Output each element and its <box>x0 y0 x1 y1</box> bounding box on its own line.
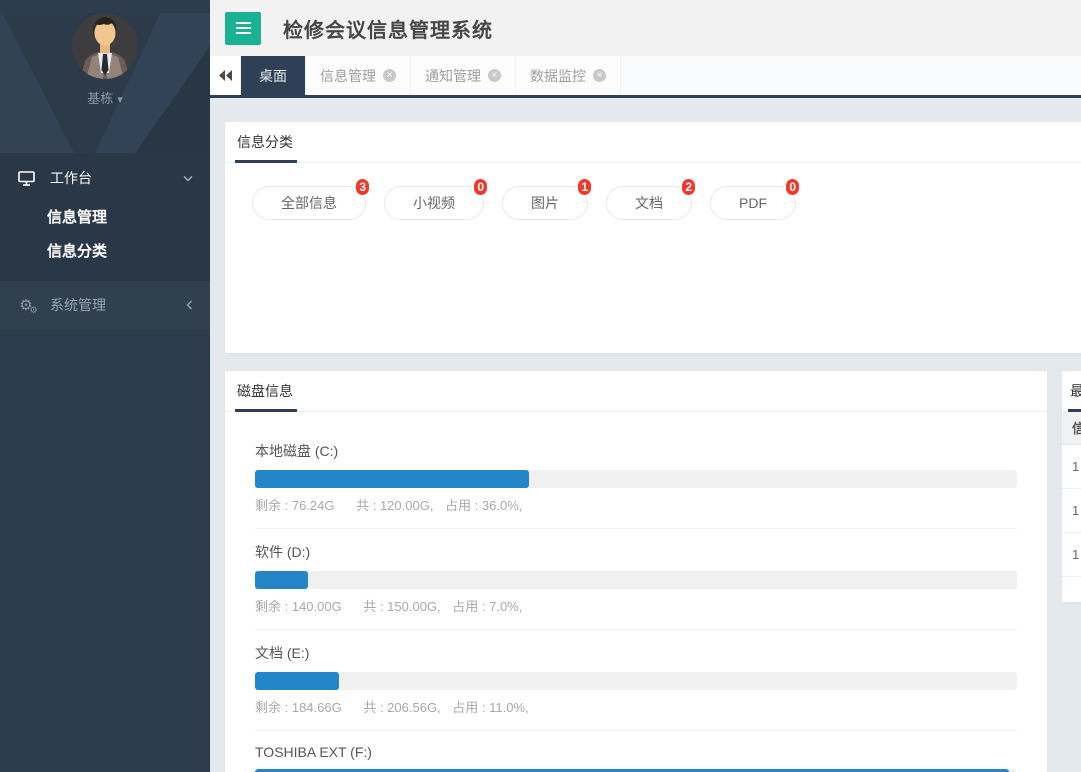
tab-notice-management[interactable]: 通知管理 × <box>411 56 516 95</box>
tab-label: 数据监控 <box>530 66 586 86</box>
user-block: 基栋 ▾ <box>0 13 210 153</box>
disk-used: 占用 : 11.0%, <box>452 700 528 715</box>
tab-label: 桌面 <box>259 66 287 86</box>
sidebar: 基栋 ▾ 工作台 信息管理 信息分类 <box>0 0 210 772</box>
panel-title: 最 <box>1070 371 1081 412</box>
pill-pdf[interactable]: PDF 0 <box>710 186 796 220</box>
panel-header: 磁盘信息 <box>225 371 1047 412</box>
panel-body: 全部信息 3 小视频 0 图片 1 文档 2 <box>225 163 1081 243</box>
sidebar-item-system-management[interactable]: ⚙⚙ 系统管理 <box>0 281 210 329</box>
count-badge: 1 <box>577 178 592 196</box>
latest-info-panel: 最 信 1 1 1 <box>1062 371 1081 602</box>
tab-label: 信息管理 <box>320 66 376 86</box>
username: 基栋 <box>87 91 113 106</box>
table-header: 信 <box>1062 412 1081 445</box>
panel-title: 磁盘信息 <box>237 371 293 412</box>
header: 检修会议信息管理系统 <box>210 0 1081 56</box>
tab-info-management[interactable]: 信息管理 × <box>306 56 411 95</box>
pill-image[interactable]: 图片 1 <box>502 186 588 220</box>
disk-info-panel: 磁盘信息 本地磁盘 (C:) 剩余 : 76.24G 共 : 120.00G, … <box>225 371 1047 772</box>
app-title: 检修会议信息管理系统 <box>283 14 493 43</box>
count-badge: 2 <box>681 178 696 196</box>
disk-usage-bar <box>255 571 1017 589</box>
pill-all-info[interactable]: 全部信息 3 <box>252 186 366 220</box>
disk-usage-fill <box>255 672 339 690</box>
disk-name: 软件 (D:) <box>255 542 1017 562</box>
disk-row-c: 本地磁盘 (C:) 剩余 : 76.24G 共 : 120.00G, 占用 : … <box>255 432 1017 529</box>
disk-remain: 剩余 : 140.00G <box>255 599 342 614</box>
pill-label: 全部信息 <box>281 195 337 211</box>
disk-used: 占用 : 36.0%, <box>445 498 522 513</box>
disk-total: 共 : 120.00G, <box>356 498 433 513</box>
collapse-tabs-button[interactable] <box>210 56 241 95</box>
disk-total: 共 : 150.00G, <box>363 599 440 614</box>
list-item[interactable]: 1 <box>1062 445 1081 489</box>
disk-usage-fill <box>255 470 529 488</box>
count-badge: 0 <box>473 178 488 196</box>
count-badge: 3 <box>355 178 370 196</box>
chevron-left-icon <box>186 300 193 310</box>
pill-short-video[interactable]: 小视频 0 <box>384 186 484 220</box>
avatar[interactable] <box>72 13 138 79</box>
panel-body: 本地磁盘 (C:) 剩余 : 76.24G 共 : 120.00G, 占用 : … <box>225 412 1047 772</box>
monitor-icon <box>17 171 35 186</box>
disk-stats: 剩余 : 76.24G 共 : 120.00G, 占用 : 36.0%, <box>255 495 1017 514</box>
disk-stats: 剩余 : 140.00G 共 : 150.00G, 占用 : 7.0%, <box>255 596 1017 615</box>
double-arrow-left-icon <box>219 70 232 81</box>
disk-row-d: 软件 (D:) 剩余 : 140.00G 共 : 150.00G, 占用 : 7… <box>255 529 1017 630</box>
gears-icon: ⚙⚙ <box>17 298 35 313</box>
sidebar-nav: 工作台 信息管理 信息分类 ⚙⚙ 系统管理 <box>0 153 210 329</box>
sidebar-item-workbench[interactable]: 工作台 <box>0 155 210 201</box>
close-icon[interactable]: × <box>593 69 606 82</box>
pill-document[interactable]: 文档 2 <box>606 186 692 220</box>
disk-stats: 剩余 : 184.66G 共 : 206.56G, 占用 : 11.0%, <box>255 697 1017 716</box>
pill-label: PDF <box>739 195 767 211</box>
disk-name: 本地磁盘 (C:) <box>255 441 1017 461</box>
disk-total: 共 : 206.56G, <box>363 700 440 715</box>
disk-name: 文档 (E:) <box>255 643 1017 663</box>
panel-header: 最 <box>1062 371 1081 412</box>
sidebar-item-info-management[interactable]: 信息管理 <box>0 201 210 235</box>
sidebar-item-info-category[interactable]: 信息分类 <box>0 235 210 269</box>
disk-usage-bar <box>255 470 1017 488</box>
pill-label: 文档 <box>635 195 663 211</box>
panel-title: 信息分类 <box>237 122 293 163</box>
nav-group-workbench: 工作台 信息管理 信息分类 <box>0 153 210 281</box>
disk-remain: 剩余 : 184.66G <box>255 700 342 715</box>
tab-data-monitor[interactable]: 数据监控 × <box>516 56 621 95</box>
sidebar-item-label: 系统管理 <box>50 295 106 315</box>
disk-remain: 剩余 : 76.24G <box>255 498 334 513</box>
chevron-down-icon <box>183 175 193 182</box>
category-pills: 全部信息 3 小视频 0 图片 1 文档 2 <box>252 186 1081 220</box>
count-badge: 0 <box>785 178 800 196</box>
disk-usage-fill <box>255 571 308 589</box>
tab-bar: 桌面 信息管理 × 通知管理 × 数据监控 × <box>210 56 1081 98</box>
pill-label: 小视频 <box>413 195 455 211</box>
workbench-submenu: 信息管理 信息分类 <box>0 201 210 269</box>
tab-label: 通知管理 <box>425 66 481 86</box>
tab-desktop[interactable]: 桌面 <box>241 56 306 95</box>
list-item[interactable]: 1 <box>1062 533 1081 577</box>
panel-header: 信息分类 <box>225 122 1081 163</box>
pill-label: 图片 <box>531 195 559 211</box>
disk-row-f: TOSHIBA EXT (F:) 剩余 : 20.45G 共 : 1863.01… <box>255 731 1017 772</box>
disk-used: 占用 : 7.0%, <box>452 599 522 614</box>
info-category-panel: 信息分类 全部信息 3 小视频 0 图片 1 <box>225 122 1081 353</box>
disk-usage-bar <box>255 672 1017 690</box>
app-window: 基栋 ▾ 工作台 信息管理 信息分类 <box>0 0 1081 772</box>
close-icon[interactable]: × <box>488 69 501 82</box>
avatar-illustration <box>72 13 138 79</box>
hamburger-icon <box>236 27 251 29</box>
disk-row-e: 文档 (E:) 剩余 : 184.66G 共 : 206.56G, 占用 : 1… <box>255 630 1017 731</box>
username-dropdown[interactable]: 基栋 ▾ <box>0 88 210 107</box>
list-item[interactable]: 1 <box>1062 489 1081 533</box>
menu-toggle-button[interactable] <box>225 12 261 45</box>
caret-down-icon: ▾ <box>117 94 123 106</box>
close-icon[interactable]: × <box>383 69 396 82</box>
sidebar-item-label: 工作台 <box>50 168 92 188</box>
disk-name: TOSHIBA EXT (F:) <box>255 744 1017 760</box>
